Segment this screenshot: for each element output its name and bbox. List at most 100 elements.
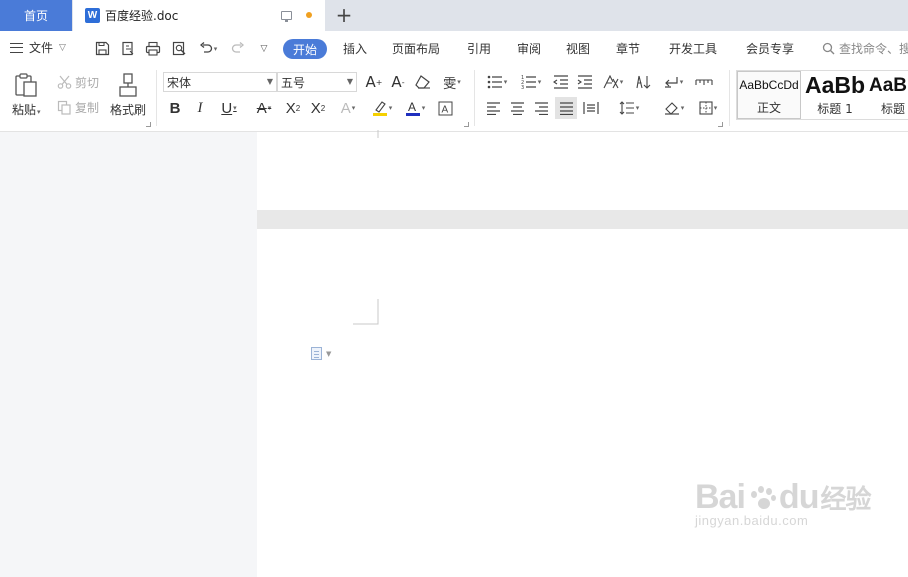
chinese-layout-button[interactable]: ▾ (599, 71, 627, 93)
new-tab-button[interactable]: + (333, 3, 355, 27)
paste-dropdown-icon[interactable]: ▾ (37, 108, 41, 116)
command-search-placeholder: 查找命令、搜 (839, 42, 908, 56)
strikethrough-button[interactable]: A ▾ (249, 97, 279, 119)
bold-button[interactable]: B (164, 97, 186, 119)
tab-home-label: 首页 (23, 9, 48, 23)
align-right-icon[interactable] (530, 97, 552, 119)
sort-icon[interactable] (633, 71, 655, 93)
highlighter-icon (372, 101, 387, 116)
export-pdf-icon[interactable] (120, 41, 136, 56)
numbering-button[interactable]: 1 2 3 ▾ (517, 71, 545, 93)
menu-review[interactable]: 审阅 (517, 40, 541, 57)
ribbon-home: 粘贴▾ 剪切 复制 格式刷 宋体 ▼ 五号 ▼ A + A- 雯 ▾ B I U ▾ A ▾… (0, 66, 908, 132)
page-1-margin-mark (377, 130, 379, 138)
menu-insert[interactable]: 插入 (343, 40, 367, 57)
shading-button[interactable]: ▾ (659, 97, 689, 119)
watermark-brand-cn: 经验 (820, 485, 871, 515)
phonetic-guide-icon[interactable]: 雯 ▾ (438, 71, 466, 93)
customize-toolbar-icon[interactable]: ▽ (256, 41, 272, 56)
line-spacing-button[interactable]: ▾ (614, 97, 644, 119)
align-left-icon[interactable] (482, 97, 504, 119)
copy-icon (57, 100, 71, 115)
chevron-down-icon: ▼ (326, 349, 332, 358)
paragraph-layout-button[interactable]: ▼ (311, 347, 331, 360)
shrink-font-icon[interactable]: A- (387, 71, 409, 93)
table-tabs-icon[interactable] (693, 71, 715, 93)
tab-home[interactable]: 首页 (0, 0, 72, 31)
font-launcher-icon[interactable] (464, 122, 469, 127)
menu-page-layout[interactable]: 页面布局 (392, 40, 440, 57)
group-separator (474, 70, 475, 126)
text-effect-button[interactable]: A ▾ (334, 97, 362, 119)
unsaved-indicator-icon (306, 12, 312, 18)
chevron-down-icon: ▽ (59, 42, 66, 53)
clipboard-launcher-icon[interactable] (146, 122, 151, 127)
font-color-icon: A (405, 100, 420, 116)
font-size-select[interactable]: 五号 ▼ (277, 72, 357, 92)
cut-button[interactable]: 剪切 (57, 74, 99, 91)
undo-button[interactable]: ▾ (196, 41, 220, 56)
format-painter-button[interactable]: 格式刷 (110, 72, 146, 118)
tab-document-title: 百度经验.doc (105, 9, 179, 23)
distributed-align-icon[interactable] (580, 97, 602, 119)
clear-format-icon[interactable] (412, 71, 434, 93)
file-menu-button[interactable]: 文件 ▽ (10, 39, 66, 56)
watermark-brand-right: du (778, 478, 820, 516)
watermark-brand-left: Bai (695, 478, 746, 516)
chevron-down-icon: ▼ (266, 77, 273, 86)
paste-label: 粘贴 (12, 103, 37, 117)
menu-developer-tools[interactable]: 开发工具 (669, 40, 717, 57)
show-hide-marks-button[interactable]: ▾ (659, 71, 687, 93)
style-heading-1-preview: AaBb (804, 72, 866, 98)
print-icon[interactable] (145, 41, 161, 56)
copy-button[interactable]: 复制 (57, 99, 99, 116)
command-search[interactable]: 查找命令、搜 (822, 40, 908, 57)
tab-document[interactable]: W 百度经验.doc (73, 0, 325, 31)
style-heading-2[interactable]: AaBl 标题 (869, 71, 908, 119)
align-center-icon[interactable] (506, 97, 528, 119)
font-size-value: 五号 (281, 75, 306, 90)
paragraph-launcher-icon[interactable] (718, 122, 723, 127)
svg-text:3: 3 (521, 85, 524, 89)
scissors-icon (57, 75, 72, 89)
undo-dropdown-icon[interactable]: ▾ (214, 45, 218, 53)
style-heading-1-label: 标题 1 (817, 102, 853, 116)
bullets-button[interactable]: ▾ (483, 71, 511, 93)
decrease-indent-icon[interactable] (550, 71, 572, 93)
character-border-icon[interactable]: A (434, 97, 456, 119)
styles-gallery: AaBbCcDd 正文 AaBb 标题 1 AaBl 标题 (736, 70, 908, 120)
redo-button[interactable] (230, 41, 246, 56)
menu-member-exclusive[interactable]: 会员专享 (746, 40, 794, 57)
style-heading-1[interactable]: AaBb 标题 1 (803, 71, 867, 119)
style-normal-label: 正文 (756, 101, 781, 115)
menu-section[interactable]: 章节 (616, 40, 640, 57)
underline-button[interactable]: U ▾ (214, 97, 244, 119)
superscript-button[interactable]: X2 (282, 97, 304, 119)
grow-font-icon[interactable]: A + (363, 71, 385, 93)
menu-start[interactable]: 开始 (283, 39, 327, 59)
cut-label: 剪切 (75, 76, 100, 90)
watermark-logo: Bai du 经验 (695, 478, 871, 517)
monitor-icon[interactable] (281, 11, 292, 22)
paragraph-layout-icon (311, 347, 322, 360)
save-icon[interactable] (94, 41, 110, 56)
align-justify-icon[interactable] (555, 97, 577, 119)
paste-button[interactable]: 粘贴▾ (12, 72, 41, 118)
svg-text:A: A (441, 104, 448, 115)
highlight-color-button[interactable]: ▾ (367, 97, 397, 119)
hamburger-icon (10, 42, 23, 53)
increase-indent-icon[interactable] (574, 71, 596, 93)
font-name-value: 宋体 (167, 75, 192, 90)
document-page-1[interactable] (257, 132, 908, 210)
menu-references[interactable]: 引用 (467, 40, 491, 57)
italic-button[interactable]: I (189, 97, 211, 119)
font-color-button[interactable]: A ▾ (400, 97, 430, 119)
style-normal[interactable]: AaBbCcDd 正文 (737, 71, 801, 119)
subscript-button[interactable]: X2 (307, 97, 329, 119)
writer-doc-icon: W (85, 8, 100, 23)
borders-button[interactable]: ▾ (693, 97, 723, 119)
font-name-select[interactable]: 宋体 ▼ (163, 72, 277, 92)
menu-view[interactable]: 视图 (566, 40, 590, 57)
print-preview-icon[interactable] (171, 41, 187, 56)
menu-start-label: 开始 (292, 42, 317, 57)
